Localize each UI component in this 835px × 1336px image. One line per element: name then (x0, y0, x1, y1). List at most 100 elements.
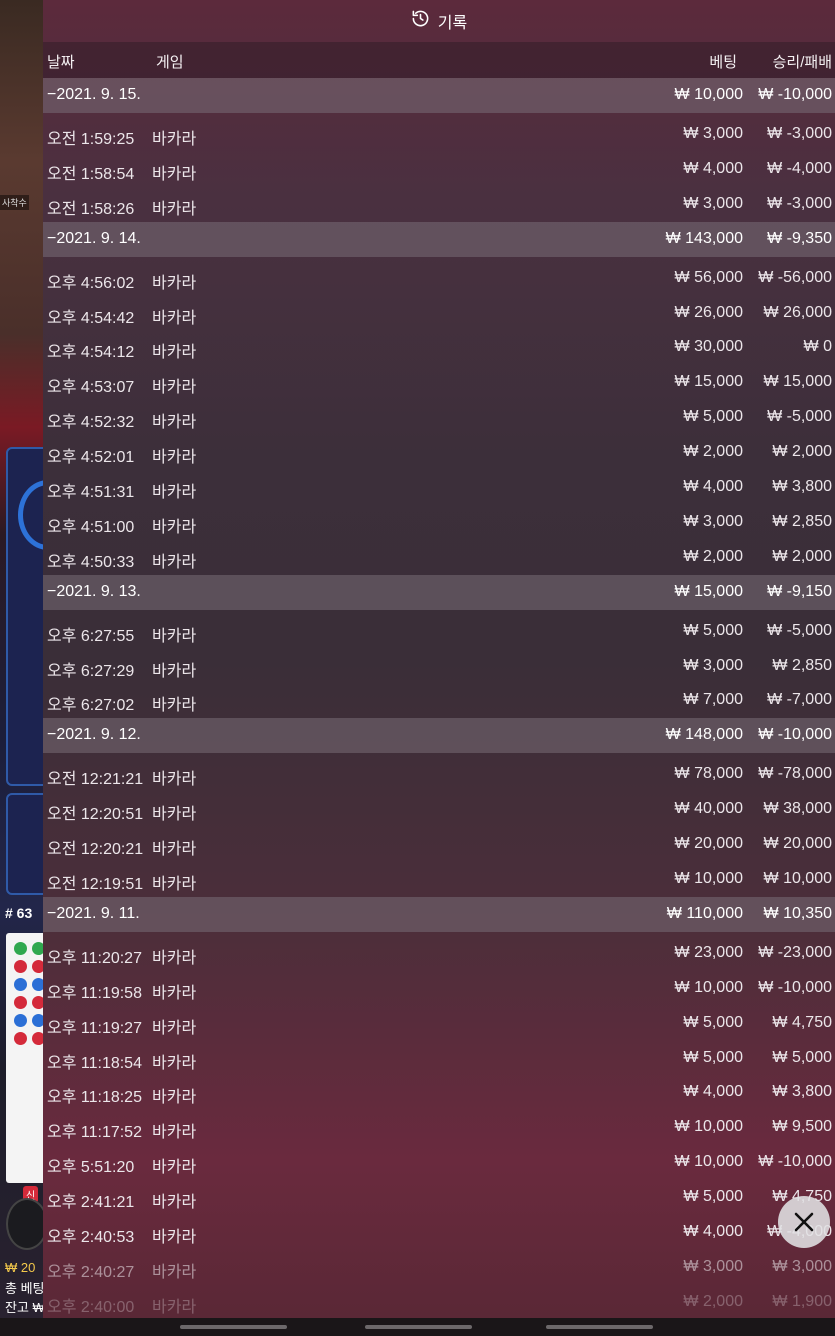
history-row-game: 바카라 (152, 200, 197, 218)
history-row-bet: ₩ 78,000 (674, 765, 743, 783)
history-row-time: 오후 4:51:00 (47, 518, 135, 536)
history-row[interactable]: 오전 12:19:51 바카라 ₩ 10,000 ₩ 10,000 (43, 862, 835, 897)
history-row[interactable]: 오후 6:27:29 바카라 ₩ 3,000 ₩ 2,850 (43, 649, 835, 684)
history-row[interactable]: 오후 11:18:54 바카라 ₩ 5,000 ₩ 5,000 (43, 1041, 835, 1076)
history-row[interactable]: 오후 4:52:01 바카라 ₩ 2,000 ₩ 2,000 (43, 435, 835, 470)
date-group-bet-total: ₩ 10,000 (674, 86, 743, 103)
date-group-bet-total: ₩ 143,000 (665, 229, 743, 247)
history-row-result: ₩ 38,000 (763, 800, 832, 818)
history-row-game: 바카라 (152, 1089, 197, 1107)
history-row-bet: ₩ 23,000 (674, 943, 743, 961)
nav-indicator-right (546, 1325, 653, 1329)
history-row-game: 바카라 (152, 553, 197, 571)
column-game: 게임 (156, 54, 184, 71)
nav-indicator-left (180, 1325, 287, 1329)
date-group-header[interactable]: −2021. 9. 15. ₩ 10,000 ₩ -10,000 (43, 78, 835, 113)
history-row-time: 오후 4:52:01 (47, 449, 135, 467)
history-title-bar: 기록 (43, 0, 835, 42)
background-chip-button (6, 1198, 43, 1250)
history-row[interactable]: 오전 12:20:21 바카라 ₩ 20,000 ₩ 20,000 (43, 827, 835, 862)
history-row-time: 오후 11:18:25 (47, 1089, 142, 1107)
history-row-result: ₩ 1,900 (772, 1292, 832, 1310)
history-row-bet: ₩ 5,000 (683, 408, 743, 426)
history-list[interactable]: −2021. 9. 15. ₩ 10,000 ₩ -10,000 오전 1:59:25… (43, 78, 835, 1318)
history-row-game: 바카라 (152, 274, 197, 292)
history-row[interactable]: 오후 11:17:52 바카라 ₩ 10,000 ₩ 9,500 (43, 1110, 835, 1145)
history-row[interactable]: 오전 1:58:26 바카라 ₩ 3,000 ₩ -3,000 (43, 187, 835, 222)
history-row-game: 바카라 (152, 771, 197, 789)
date-group-header[interactable]: −2021. 9. 12. ₩ 148,000 ₩ -10,000 (43, 718, 835, 754)
history-row-time: 오후 4:52:32 (47, 414, 135, 432)
history-row[interactable]: 오후 4:56:02 바카라 ₩ 56,000 ₩ -56,000 (43, 261, 835, 296)
history-row-result: ₩ 2,850 (772, 656, 832, 674)
history-row-time: 오후 6:27:29 (47, 662, 135, 680)
history-row-result: ₩ 2,000 (772, 547, 832, 565)
history-row[interactable]: 오후 4:53:07 바카라 ₩ 15,000 ₩ 15,000 (43, 365, 835, 400)
history-row-result: ₩ 9,500 (772, 1118, 832, 1136)
history-row-bet: ₩ 5,000 (683, 1048, 743, 1066)
background-balance-amount: ₩ 20 (5, 1260, 36, 1275)
history-row[interactable]: 오후 5:51:20 바카라 ₩ 10,000 ₩ -10,000 (43, 1145, 835, 1180)
history-row-game: 바카라 (152, 1019, 197, 1037)
history-row[interactable]: 오후 6:27:55 바카라 ₩ 5,000 ₩ -5,000 (43, 614, 835, 649)
date-group-header[interactable]: −2021. 9. 13. ₩ 15,000 ₩ -9,150 (43, 574, 835, 610)
history-row-time: 오후 4:54:12 (47, 344, 135, 362)
history-row[interactable]: 오후 11:20:27 바카라 ₩ 23,000 ₩ -23,000 (43, 936, 835, 971)
history-row-bet: ₩ 4,000 (683, 1223, 743, 1241)
history-row-result: ₩ 2,000 (772, 443, 832, 461)
date-group-header[interactable]: −2021. 9. 11. ₩ 110,000 ₩ 10,350 (43, 896, 835, 932)
history-row[interactable]: 오후 4:54:42 바카라 ₩ 26,000 ₩ 26,000 (43, 296, 835, 331)
nav-indicator-center (365, 1325, 472, 1329)
history-row-bet: ₩ 3,000 (683, 1257, 743, 1275)
history-row-result: ₩ 20,000 (763, 835, 832, 853)
date-group-bet-total: ₩ 110,000 (666, 904, 743, 922)
history-row-bet: ₩ 26,000 (674, 303, 743, 321)
background-frame-label: 사착수 (0, 195, 29, 210)
history-row[interactable]: 오후 2:40:53바카라₩ 4,000₩ -4,000 (43, 1215, 835, 1250)
history-row[interactable]: 오전 12:21:21 바카라 ₩ 78,000 ₩ -78,000 (43, 757, 835, 792)
history-row-result: ₩ 26,000 (763, 303, 832, 321)
history-row[interactable]: 오후 4:54:12 바카라 ₩ 30,000 ₩ 0 (43, 330, 835, 365)
history-row-bet: ₩ 10,000 (674, 1153, 743, 1171)
history-row[interactable]: 오후 2:40:27 바카라 ₩ 3,000 ₩ 3,000 (43, 1250, 835, 1285)
history-row[interactable]: 오후 6:27:02 바카라 ₩ 7,000 ₩ -7,000 (43, 683, 835, 718)
history-row-result: ₩ -56,000 (758, 268, 832, 286)
history-row-game: 바카라 (152, 1159, 197, 1177)
history-row[interactable]: 오후 4:51:00 바카라 ₩ 3,000 ₩ 2,850 (43, 505, 835, 540)
bottom-navigation-bar (0, 1318, 835, 1336)
history-row[interactable]: 오후 11:19:27 바카라 ₩ 5,000 ₩ 4,750 (43, 1006, 835, 1041)
history-row-game: 바카라 (152, 449, 197, 467)
history-row-game: 바카라 (152, 949, 197, 967)
history-row-time: 오후 4:53:07 (47, 379, 135, 397)
date-group-date: −2021. 9. 12. (47, 726, 141, 744)
history-row-time: 오후 2:40:27 (47, 1263, 135, 1281)
history-row-time: 오전 12:19:51 (47, 876, 144, 894)
history-row-bet: ₩ 5,000 (683, 1013, 743, 1031)
history-row[interactable]: 오후 4:51:31 바카라 ₩ 4,000 ₩ 3,800 (43, 470, 835, 505)
history-row-time: 오전 12:21:21 (47, 771, 144, 789)
history-row-time: 오후 11:19:58 (47, 984, 142, 1002)
history-row[interactable]: 오후 4:52:32 바카라 ₩ 5,000 ₩ -5,000 (43, 400, 835, 435)
history-row-bet: ₩ 3,000 (683, 194, 743, 212)
history-row-time: 오전 1:58:54 (47, 165, 135, 183)
history-row[interactable]: 오전 1:58:54 바카라 ₩ 4,000 ₩ -4,000 (43, 152, 835, 187)
history-row-bet: ₩ 40,000 (674, 800, 743, 818)
background-total-bet-label: 총 베팅 (5, 1281, 43, 1296)
date-group-date: −2021. 9. 14. (47, 229, 141, 247)
history-row[interactable]: 오후 4:50:33 바카라 ₩ 2,000 ₩ 2,000 (43, 540, 835, 575)
history-row[interactable]: 오후 2:41:21바카라₩ 5,000₩ 4,750 (43, 1180, 835, 1215)
history-row-game: 바카라 (152, 379, 197, 397)
history-row[interactable]: 오전 12:20:51 바카라 ₩ 40,000 ₩ 38,000 (43, 792, 835, 827)
history-row-result: ₩ -3,000 (767, 125, 832, 142)
date-group-header[interactable]: −2021. 9. 14. ₩ 143,000 ₩ -9,350 (43, 221, 835, 257)
history-row-bet: ₩ 10,000 (674, 978, 743, 996)
history-row-time: 오전 12:20:51 (47, 806, 144, 824)
history-row-game: 바카라 (152, 414, 197, 432)
history-row[interactable]: 오후 11:18:25 바카라 ₩ 4,000 ₩ 3,800 (43, 1075, 835, 1110)
history-row[interactable]: 오후 2:40:00 바카라 ₩ 2,000 ₩ 1,900 (43, 1285, 835, 1318)
history-row-result: ₩ 3,800 (772, 1083, 832, 1101)
history-row[interactable]: 오후 11:19:58 바카라 ₩ 10,000 ₩ -10,000 (43, 971, 835, 1006)
history-row-bet: ₩ 4,000 (683, 478, 743, 496)
history-row[interactable]: 오전 1:59:25 바카라 ₩ 3,000 ₩ -3,000 (43, 117, 835, 152)
close-button[interactable] (778, 1196, 830, 1248)
